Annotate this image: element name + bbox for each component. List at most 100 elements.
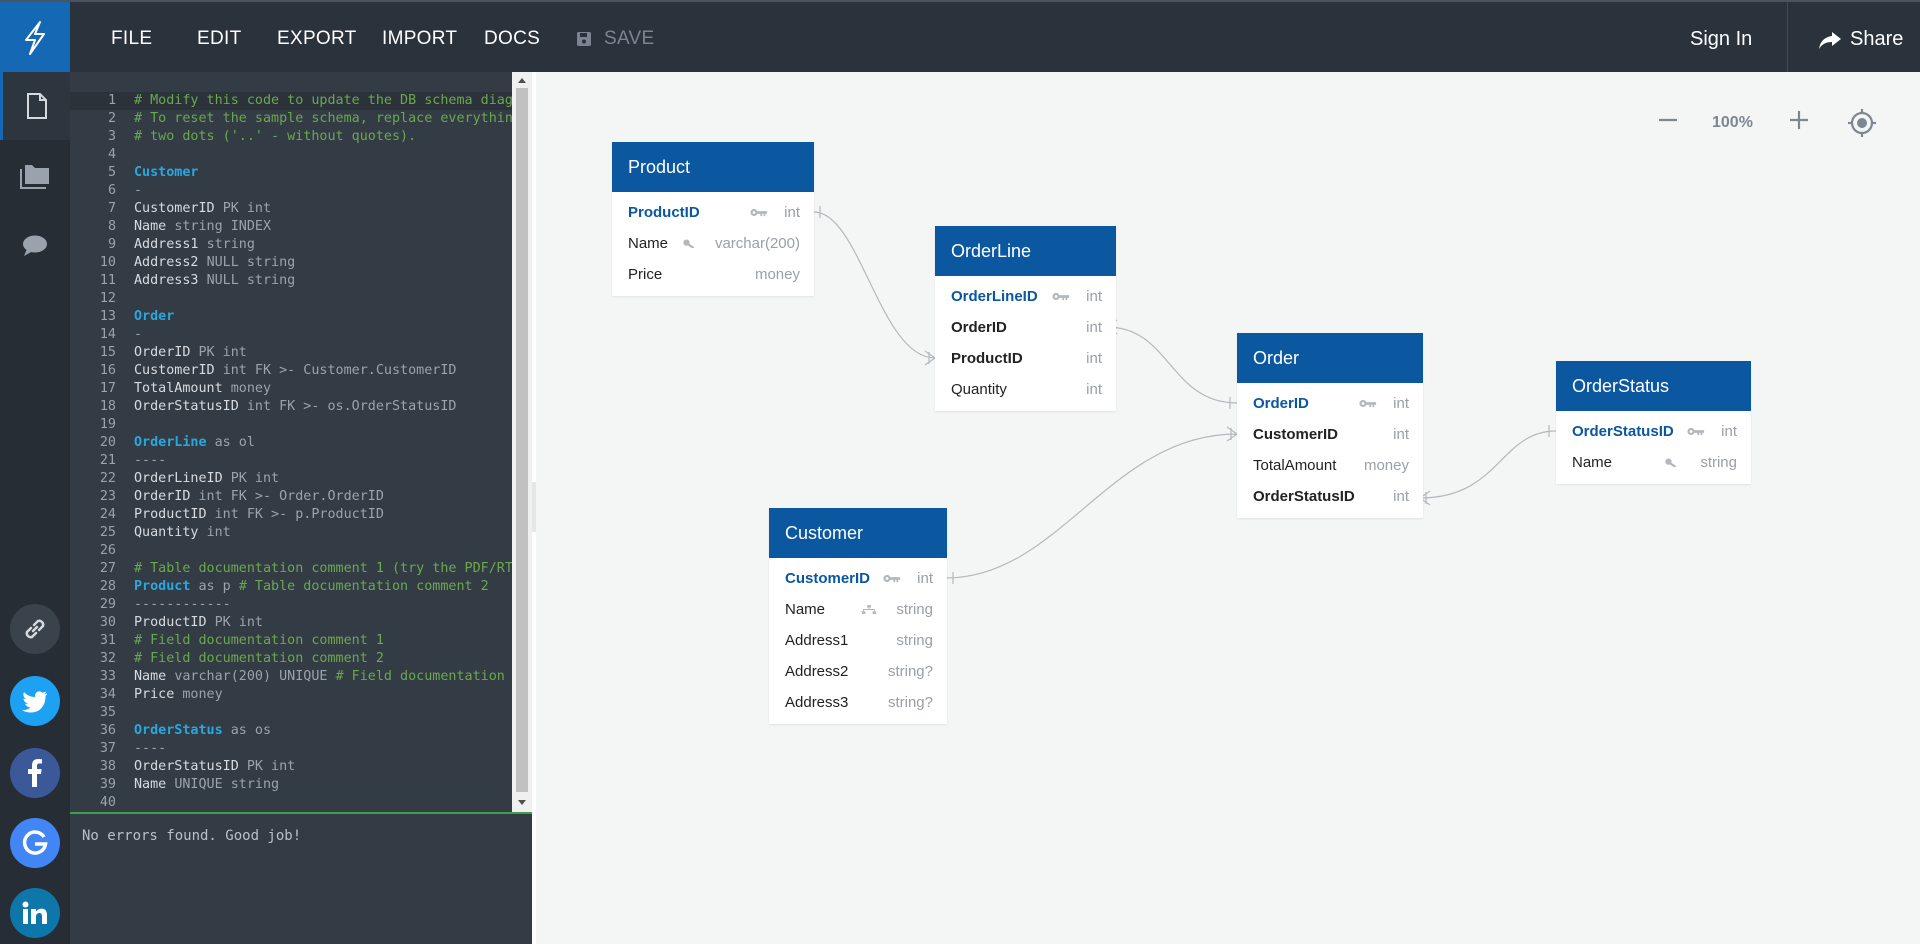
- table-header[interactable]: Order: [1237, 333, 1423, 383]
- code-line[interactable]: 36 OrderStatus as os: [70, 722, 512, 740]
- menu-file[interactable]: FILE: [111, 28, 152, 50]
- field-row[interactable]: Name string: [1556, 447, 1751, 478]
- code-line[interactable]: 3 # two dots ('..' - without quotes).: [70, 128, 512, 146]
- field-row[interactable]: Price money: [612, 259, 814, 290]
- code-line[interactable]: 35: [70, 704, 512, 722]
- app-logo[interactable]: [0, 2, 70, 74]
- menu-export[interactable]: EXPORT: [277, 28, 357, 50]
- code-token: as p: [190, 579, 239, 594]
- code-line[interactable]: 22 OrderLineID PK int: [70, 470, 512, 488]
- field-row[interactable]: CustomerID int: [1237, 419, 1423, 450]
- sign-in-link[interactable]: Sign In: [1690, 28, 1752, 51]
- code-line[interactable]: 33 Name varchar(200) UNIQUE # Field docum…: [70, 668, 532, 686]
- code-line[interactable]: 19: [70, 416, 512, 434]
- code-line[interactable]: 8 Name string INDEX: [70, 218, 512, 236]
- line-number: 12: [99, 291, 116, 306]
- field-type: int: [1086, 350, 1102, 367]
- field-row[interactable]: Address1 string: [769, 625, 947, 656]
- code-line[interactable]: 9 Address1 string: [70, 236, 512, 254]
- table-orderstatus[interactable]: OrderStatus OrderStatusID int Name string: [1556, 361, 1751, 484]
- code-line[interactable]: 6-: [70, 182, 512, 200]
- share-button[interactable]: Share: [1818, 28, 1903, 51]
- code-line[interactable]: 31 # Field documentation comment 1: [70, 632, 512, 650]
- table-order[interactable]: Order OrderID int CustomerID int TotalAmount m…: [1237, 333, 1423, 518]
- code-text: Address2 NULL string: [134, 254, 295, 272]
- code-line[interactable]: 24 ProductID int FK >- p.ProductID: [70, 506, 512, 524]
- sidebar-document-button[interactable]: [0, 72, 70, 140]
- code-line[interactable]: 34 Price money: [70, 686, 512, 704]
- zoom-in-button[interactable]: [1789, 104, 1809, 138]
- google-button[interactable]: [10, 818, 60, 868]
- code-line[interactable]: 38 OrderStatusID PK int: [70, 758, 512, 776]
- zoom-out-button[interactable]: [1658, 104, 1678, 138]
- code-line[interactable]: 18 OrderStatusID int FK >- os.OrderStatus…: [70, 398, 512, 416]
- code-line[interactable]: 28 Product as p # Table documentation com…: [70, 578, 512, 596]
- save-button[interactable]: SAVE: [576, 28, 654, 50]
- code-line[interactable]: 5 Customer: [70, 164, 512, 182]
- line-number: 31: [99, 633, 116, 648]
- code-line[interactable]: 21 ----: [70, 452, 512, 470]
- field-row[interactable]: Quantity int: [935, 374, 1116, 405]
- sidebar-comments-button[interactable]: [0, 212, 70, 280]
- code-line[interactable]: 29 ------------: [70, 596, 512, 614]
- menu-import[interactable]: IMPORT: [382, 28, 457, 50]
- code-line[interactable]: 25 Quantity int: [70, 524, 512, 542]
- table-product[interactable]: Product ProductID int Name varchar(200) Price…: [612, 142, 814, 296]
- code-line[interactable]: 32 # Field documentation comment 2: [70, 650, 512, 668]
- code-token: Product: [134, 579, 191, 594]
- code-line[interactable]: 26: [70, 542, 512, 560]
- field-row[interactable]: OrderID int: [1237, 388, 1423, 419]
- code-token: Address3: [134, 273, 207, 288]
- code-line[interactable]: 20 OrderLine as ol: [70, 434, 512, 452]
- field-row[interactable]: Name varchar(200): [612, 228, 814, 259]
- code-line[interactable]: 39 Name UNIQUE string: [70, 776, 512, 794]
- table-orderline[interactable]: OrderLine OrderLineID int OrderID int Product…: [935, 226, 1116, 411]
- code-line[interactable]: 30 ProductID PK int: [70, 614, 512, 632]
- menu-edit[interactable]: EDIT: [197, 28, 241, 50]
- table-header[interactable]: OrderLine: [935, 226, 1116, 276]
- code-line[interactable]: 4: [70, 146, 512, 164]
- table-header[interactable]: Customer: [769, 508, 947, 558]
- field-row[interactable]: TotalAmount money: [1237, 450, 1423, 481]
- table-header[interactable]: OrderStatus: [1556, 361, 1751, 411]
- code-line[interactable]: 17 TotalAmount money: [70, 380, 512, 398]
- field-row[interactable]: OrderLineID int: [935, 281, 1116, 312]
- code-line[interactable]: 11 Address3 NULL string: [70, 272, 512, 290]
- code-line[interactable]: 40: [70, 794, 512, 812]
- menu-docs[interactable]: DOCS: [484, 28, 540, 50]
- code-line[interactable]: 10 Address2 NULL string: [70, 254, 512, 272]
- code-line[interactable]: 16 CustomerID int FK >- Customer.Customer…: [70, 362, 512, 380]
- code-text: # two dots ('..' - without quotes).: [134, 128, 416, 146]
- field-row[interactable]: ProductID int: [612, 197, 814, 228]
- code-line[interactable]: 13 Order: [70, 308, 512, 326]
- field-row[interactable]: Address2 string?: [769, 656, 947, 687]
- field-row[interactable]: OrderID int: [935, 312, 1116, 343]
- linkedin-button[interactable]: [10, 888, 60, 938]
- field-row[interactable]: OrderStatusID int: [1237, 481, 1423, 512]
- field-row[interactable]: CustomerID int: [769, 563, 947, 594]
- code-line[interactable]: 37 ----: [70, 740, 512, 758]
- field-row[interactable]: OrderStatusID int: [1556, 416, 1751, 447]
- code-line[interactable]: 14 -: [70, 326, 512, 344]
- code-line[interactable]: 27 # Table documentation comment 1 (try t…: [70, 560, 532, 578]
- code-line[interactable]: 2 # To reset the sample schema, replace e…: [70, 110, 532, 128]
- code-line[interactable]: 23 OrderID int FK >- Order.OrderID: [70, 488, 512, 506]
- table-customer[interactable]: Customer CustomerID int Name string Address1 s…: [769, 508, 947, 724]
- facebook-button[interactable]: [10, 748, 60, 798]
- sidebar-folders-button[interactable]: [0, 142, 70, 210]
- field-row[interactable]: ProductID int: [935, 343, 1116, 374]
- code-line[interactable]: 15 OrderID PK int: [70, 344, 512, 362]
- table-header[interactable]: Product: [612, 142, 814, 192]
- code-line[interactable]: 12: [70, 290, 512, 308]
- copy-link-button[interactable]: [10, 604, 60, 654]
- line-number: 16: [99, 363, 116, 378]
- code-line[interactable]: 7 CustomerID PK int: [70, 200, 512, 218]
- code-editor[interactable]: 1 # Modify this code to update the DB sch…: [70, 72, 532, 812]
- field-row[interactable]: Address3 string?: [769, 687, 947, 718]
- recenter-button[interactable]: [1847, 108, 1877, 146]
- field-row[interactable]: Name string: [769, 594, 947, 625]
- field-type: string: [896, 632, 933, 649]
- editor-scrollbar-thumb[interactable]: [516, 88, 528, 792]
- twitter-button[interactable]: [10, 676, 60, 726]
- code-line[interactable]: 1 # Modify this code to update the DB sch…: [70, 92, 532, 110]
